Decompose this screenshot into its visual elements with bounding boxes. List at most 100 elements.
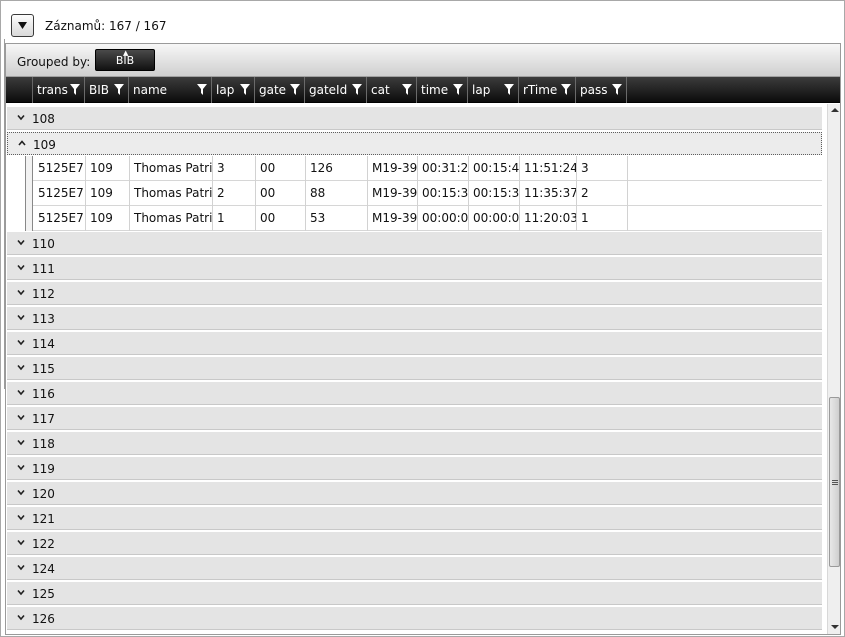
column-header-gate[interactable]: gate — [255, 77, 305, 103]
filter-icon[interactable] — [240, 84, 250, 95]
column-header-lap2[interactable]: lap — [468, 77, 519, 103]
group-row[interactable]: 126 — [7, 607, 822, 630]
chevron-down-icon[interactable] — [16, 437, 26, 447]
cell-lap[interactable]: 1 — [213, 206, 256, 231]
cell-pass[interactable]: 1 — [577, 206, 628, 231]
chevron-down-icon[interactable] — [16, 612, 26, 622]
chevron-down-icon[interactable] — [16, 112, 26, 122]
filter-icon[interactable] — [114, 84, 124, 95]
cell-name[interactable]: Thomas Patrik — [130, 156, 213, 181]
group-row[interactable]: 112 — [7, 282, 822, 305]
group-row[interactable]: 114 — [7, 332, 822, 355]
chevron-down-icon[interactable] — [16, 387, 26, 397]
cell-gateId[interactable]: 88 — [306, 181, 368, 206]
chevron-down-icon[interactable] — [16, 512, 26, 522]
table-row[interactable]: 5125E7 109 Thomas Patrik 2 00 88 M19-39 00:15:3… — [7, 181, 822, 206]
cell-bib[interactable]: 109 — [86, 206, 130, 231]
cell-lap2[interactable]: 00:15:34 — [469, 181, 520, 206]
column-header-gateId[interactable]: gateId — [305, 77, 367, 103]
group-row[interactable]: 113 — [7, 307, 822, 330]
cell-cat[interactable]: M19-39 — [368, 181, 418, 206]
chevron-down-icon[interactable] — [16, 412, 26, 422]
cell-gate[interactable]: 00 — [256, 206, 306, 231]
chevron-down-icon[interactable] — [16, 362, 26, 372]
group-row[interactable]: 115 — [7, 357, 822, 380]
group-row[interactable]: 111 — [7, 257, 822, 280]
group-row[interactable]: 118 — [7, 432, 822, 455]
cell-time[interactable]: 00:15:34 — [418, 181, 469, 206]
scroll-down-icon[interactable] — [831, 625, 839, 629]
group-row[interactable]: 117 — [7, 407, 822, 430]
group-row[interactable]: 108 — [7, 107, 822, 130]
scrollbar-thumb[interactable] — [829, 397, 840, 567]
chevron-down-icon[interactable] — [16, 312, 26, 322]
group-row[interactable]: 109 — [7, 132, 822, 155]
cell-gateId[interactable]: 53 — [306, 206, 368, 231]
cell-gate[interactable]: 00 — [256, 181, 306, 206]
group-row[interactable]: 124 — [7, 557, 822, 580]
chevron-down-icon[interactable] — [16, 262, 26, 272]
filter-icon[interactable] — [197, 84, 207, 95]
cell-trans[interactable]: 5125E7 — [34, 181, 86, 206]
chevron-up-icon[interactable] — [17, 138, 27, 148]
column-header-rTime[interactable]: rTime — [519, 77, 576, 103]
cell-lap2[interactable]: 00:00:00 — [469, 206, 520, 231]
chevron-down-icon[interactable] — [16, 537, 26, 547]
chevron-down-icon[interactable] — [16, 587, 26, 597]
column-header-time[interactable]: time — [417, 77, 468, 103]
cell-name[interactable]: Thomas Patrik — [130, 181, 213, 206]
cell-bib[interactable]: 109 — [86, 156, 130, 181]
group-row[interactable]: 119 — [7, 457, 822, 480]
chevron-down-icon[interactable] — [16, 237, 26, 247]
filter-icon[interactable] — [561, 84, 571, 95]
scroll-up-icon[interactable] — [831, 108, 839, 112]
group-chip-bib[interactable]: ▲ BIB — [95, 49, 155, 71]
cell-pass[interactable]: 3 — [577, 156, 628, 181]
filter-icon[interactable] — [70, 84, 80, 95]
cell-rTime[interactable]: 11:20:03 — [520, 206, 577, 231]
dropdown-toggle-button[interactable] — [11, 14, 34, 37]
group-row[interactable]: 120 — [7, 482, 822, 505]
column-header-name[interactable]: name — [129, 77, 212, 103]
filter-icon[interactable] — [402, 84, 412, 95]
filter-icon[interactable] — [504, 84, 514, 95]
group-row[interactable]: 110 — [7, 232, 822, 255]
chevron-down-icon[interactable] — [16, 462, 26, 472]
group-row[interactable]: 125 — [7, 582, 822, 605]
chevron-down-icon[interactable] — [16, 287, 26, 297]
filter-icon[interactable] — [453, 84, 463, 95]
table-row[interactable]: 5125E7 109 Thomas Patrik 1 00 53 M19-39 00:00:0… — [7, 206, 822, 231]
cell-gate[interactable]: 00 — [256, 156, 306, 181]
group-row[interactable]: 116 — [7, 382, 822, 405]
cell-lap2[interactable]: 00:15:46 — [469, 156, 520, 181]
chevron-down-icon[interactable] — [16, 562, 26, 572]
column-header-lap[interactable]: lap — [212, 77, 255, 103]
filter-icon[interactable] — [290, 84, 300, 95]
cell-trans[interactable]: 5125E7 — [34, 156, 86, 181]
cell-lap[interactable]: 3 — [213, 156, 256, 181]
cell-cat[interactable]: M19-39 — [368, 156, 418, 181]
cell-rTime[interactable]: 11:35:37 — [520, 181, 577, 206]
group-row[interactable]: 121 — [7, 507, 822, 530]
cell-pass[interactable]: 2 — [577, 181, 628, 206]
cell-trans[interactable]: 5125E7 — [34, 206, 86, 231]
filter-icon[interactable] — [352, 84, 362, 95]
cell-cat[interactable]: M19-39 — [368, 206, 418, 231]
chevron-down-icon[interactable] — [16, 487, 26, 497]
cell-time[interactable]: 00:31:20 — [418, 156, 469, 181]
column-header-bib[interactable]: BIB — [85, 77, 129, 103]
filter-icon[interactable] — [612, 84, 622, 95]
column-header-cat[interactable]: cat — [367, 77, 417, 103]
cell-rTime[interactable]: 11:51:24 — [520, 156, 577, 181]
cell-gateId[interactable]: 126 — [306, 156, 368, 181]
cell-name[interactable]: Thomas Patrik — [130, 206, 213, 231]
chevron-down-icon[interactable] — [16, 337, 26, 347]
cell-time[interactable]: 00:00:00 — [418, 206, 469, 231]
column-header-trans[interactable]: trans — [33, 77, 85, 103]
column-header-pass[interactable]: pass — [576, 77, 627, 103]
cell-bib[interactable]: 109 — [86, 181, 130, 206]
table-row[interactable]: 5125E7 109 Thomas Patrik 3 00 126 M19-39 00:31:… — [7, 156, 822, 181]
vertical-scrollbar[interactable] — [827, 104, 840, 634]
cell-lap[interactable]: 2 — [213, 181, 256, 206]
group-row[interactable]: 122 — [7, 532, 822, 555]
